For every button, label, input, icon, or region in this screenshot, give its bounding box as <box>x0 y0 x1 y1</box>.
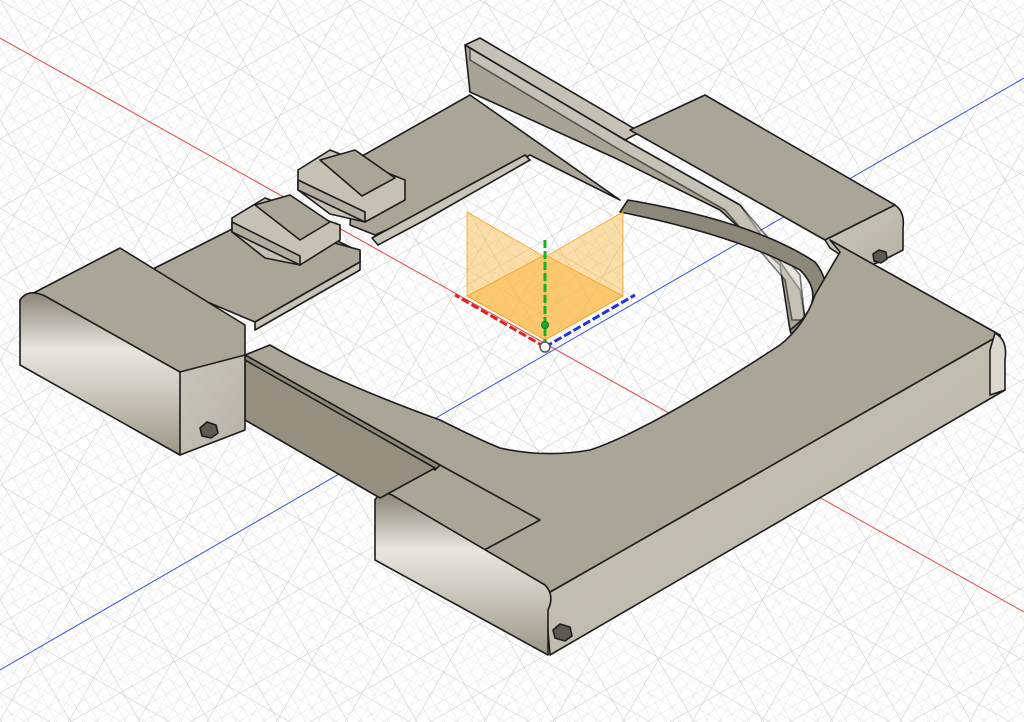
cad-viewport[interactable] <box>0 0 1024 722</box>
back-right-hole-icon <box>872 249 888 264</box>
origin-point-icon[interactable] <box>539 341 551 353</box>
y-axis-point-icon[interactable] <box>541 321 549 329</box>
front-hole-icon <box>552 623 573 642</box>
